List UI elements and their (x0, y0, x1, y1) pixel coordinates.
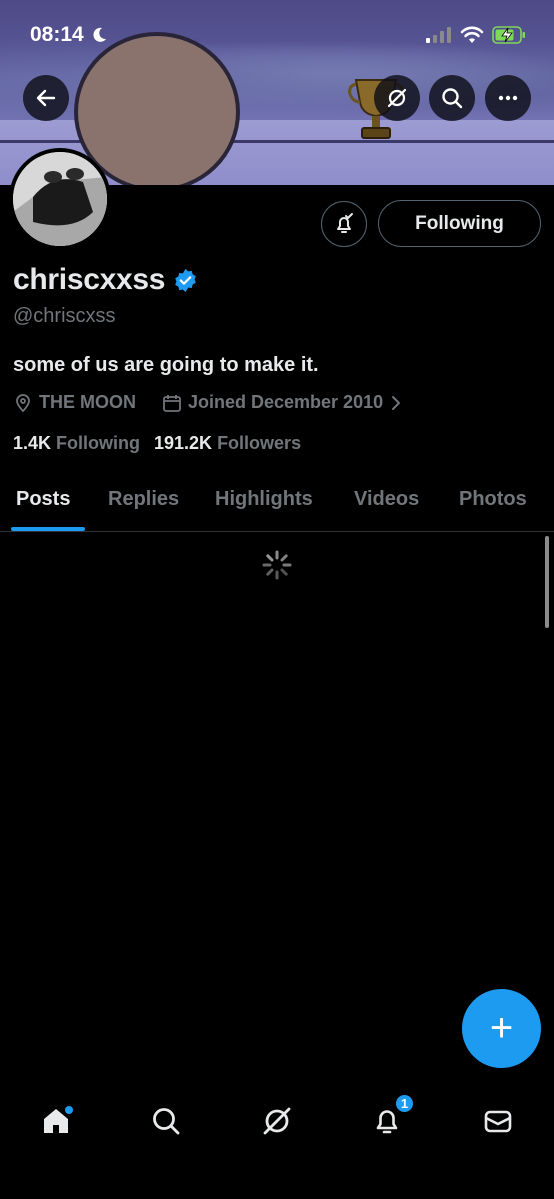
grok-button[interactable] (374, 75, 420, 121)
bell-check-icon (337, 213, 353, 233)
back-button[interactable] (23, 75, 69, 121)
tab-posts[interactable]: Posts (16, 488, 70, 511)
followers-label[interactable]: Followers (217, 433, 301, 454)
following-button[interactable]: Following (378, 200, 541, 247)
following-count[interactable]: 1.4K (13, 433, 51, 454)
nav-home[interactable] (31, 1096, 81, 1146)
wifi-icon (460, 26, 484, 43)
profile-screen: 08:14 Following chriscxxss @chriscxss so… (0, 0, 554, 1199)
bottom-nav: 1 (0, 1080, 554, 1199)
more-horizontal-icon (498, 95, 518, 101)
notifications-badge: 1 (394, 1093, 415, 1114)
avatar[interactable] (9, 148, 111, 250)
location-icon (16, 393, 30, 412)
compose-plus-icon: + (489, 1006, 514, 1050)
nav-messages[interactable] (473, 1096, 523, 1146)
display-name: chriscxxss (13, 263, 166, 296)
grok-icon (263, 1107, 291, 1135)
search-icon (153, 1108, 180, 1135)
nav-grok[interactable] (252, 1096, 302, 1146)
notify-button[interactable] (321, 201, 367, 247)
status-time: 08:14 (30, 23, 108, 47)
more-button[interactable] (485, 75, 531, 121)
compose-button[interactable]: + (462, 989, 541, 1068)
avatar-photo (13, 152, 107, 246)
search-icon (442, 88, 463, 109)
tab-photos[interactable]: Photos (459, 488, 527, 511)
profile-tabs: Posts Replies Highlights Videos Photos (0, 470, 554, 532)
status-icons (426, 26, 526, 44)
status-bar: 08:14 (0, 0, 554, 70)
grok-icon (387, 88, 407, 108)
location-text: THE MOON (39, 392, 136, 412)
search-button[interactable] (429, 75, 475, 121)
tab-highlights[interactable]: Highlights (215, 488, 313, 511)
handle: @chriscxss (13, 305, 116, 327)
active-tab-indicator (11, 527, 85, 531)
followers-count[interactable]: 191.2K (154, 433, 212, 454)
chevron-right-icon[interactable] (389, 395, 403, 411)
tab-replies[interactable]: Replies (108, 488, 179, 511)
status-time-text: 08:14 (30, 23, 84, 46)
joined-text: Joined December 2010 (188, 392, 384, 412)
messages-icon (484, 1110, 512, 1133)
avatar-image (13, 152, 107, 246)
home-unread-dot (65, 1106, 73, 1114)
bio: some of us are going to make it. (13, 354, 319, 376)
tab-videos[interactable]: Videos (354, 488, 419, 511)
verified-badge-icon[interactable] (173, 268, 198, 293)
scrollbar[interactable] (545, 536, 549, 628)
profile-meta: THE MOON Joined December 2010 (13, 392, 403, 413)
cellular-signal-icon (426, 27, 451, 43)
battery-charging-icon (492, 26, 525, 44)
arrow-left-icon (36, 89, 56, 107)
loading-spinner-icon (262, 550, 292, 580)
calendar-icon (163, 394, 181, 412)
follow-counts: 1.4K Following 191.2K Followers (13, 433, 315, 454)
display-name-row: chriscxxss (13, 263, 198, 297)
nav-search[interactable] (141, 1096, 191, 1146)
nav-notifications[interactable]: 1 (362, 1093, 415, 1146)
moon-icon (93, 27, 106, 42)
following-label[interactable]: Following (56, 433, 140, 454)
